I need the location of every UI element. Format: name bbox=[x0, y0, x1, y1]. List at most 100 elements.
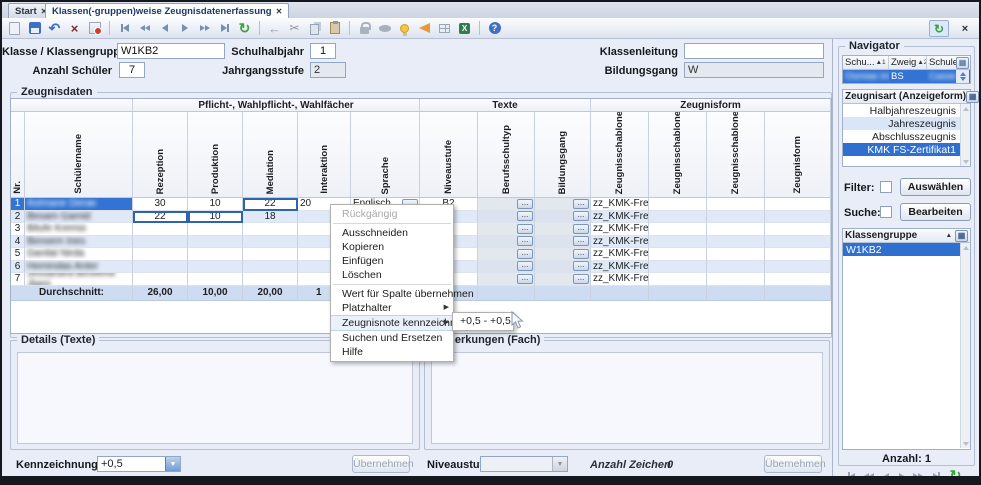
menu-item-suchen-ersetzen[interactable]: Suchen und Ersetzen bbox=[331, 331, 453, 345]
uebernehmen-details-button[interactable]: Übernehmen bbox=[352, 455, 410, 473]
undo-button[interactable]: ↶ bbox=[46, 20, 63, 37]
zeugnisschablone2-cell[interactable] bbox=[649, 248, 707, 261]
details-textarea[interactable] bbox=[17, 352, 413, 444]
hint-button[interactable] bbox=[396, 20, 413, 37]
menu-item-einfuegen[interactable]: Einfügen bbox=[331, 254, 453, 268]
berufsschultyp-ellipsis-button[interactable]: ... bbox=[517, 224, 533, 234]
announce-button[interactable] bbox=[416, 20, 433, 37]
produktion-cell[interactable] bbox=[188, 248, 243, 261]
zeugnisform-cell[interactable] bbox=[765, 223, 831, 236]
schule-table-header-zweig[interactable]: Zweig▲2 bbox=[889, 56, 927, 69]
copy-button[interactable] bbox=[306, 20, 323, 37]
menu-item-loeschen[interactable]: Löschen bbox=[331, 268, 453, 282]
rezeption-cell[interactable] bbox=[133, 261, 188, 274]
produktion-cell[interactable] bbox=[188, 273, 243, 286]
berufsschultyp-cell[interactable]: ... bbox=[478, 211, 535, 224]
bildungsgang-cell[interactable]: ... bbox=[535, 273, 591, 286]
berufsschultyp-ellipsis-button[interactable]: ... bbox=[517, 261, 533, 271]
scroll-up-icon[interactable] bbox=[961, 104, 970, 113]
schulhalbjahr-field[interactable]: 1 bbox=[310, 43, 336, 59]
mediation-cell[interactable] bbox=[243, 223, 298, 236]
student-name-cell[interactable]: Bilufe Kremsi bbox=[25, 223, 133, 236]
first-record-button[interactable] bbox=[116, 20, 133, 37]
zeugnisschablone2-cell[interactable] bbox=[649, 273, 707, 286]
produktion-cell-marked[interactable]: 10 bbox=[188, 211, 243, 224]
row-number-cell[interactable]: 5 bbox=[11, 248, 25, 261]
last-record-button[interactable] bbox=[216, 20, 233, 37]
student-name-cell[interactable]: Bensem Ines bbox=[25, 236, 133, 249]
zeugnisschablone2-cell[interactable] bbox=[649, 198, 707, 211]
row-spinner[interactable] bbox=[956, 70, 969, 83]
excel-export-button[interactable]: X bbox=[456, 20, 473, 37]
bildungsgang-ellipsis-button[interactable]: ... bbox=[573, 261, 589, 271]
menu-item-rueckgaengig[interactable]: Rückgängig bbox=[331, 207, 453, 221]
back-button[interactable]: ← bbox=[266, 20, 283, 37]
row-number-cell[interactable]: 3 bbox=[11, 223, 25, 236]
zeugnisschablone2-cell[interactable] bbox=[649, 236, 707, 249]
submenu-item-kennzeichnung[interactable]: +0,5 - +0,5 bbox=[460, 315, 511, 327]
grid-button[interactable] bbox=[436, 20, 453, 37]
table-settings-button[interactable]: ▦ bbox=[955, 230, 968, 242]
zeugnisschablone1-cell[interactable]: zz_KMK-Frem... bbox=[591, 223, 649, 236]
auswaehlen-button[interactable]: Auswählen bbox=[900, 178, 971, 196]
form-button[interactable] bbox=[86, 20, 103, 37]
mediation-cell[interactable]: 18 bbox=[243, 211, 298, 224]
berufsschultyp-ellipsis-button[interactable]: ... bbox=[517, 211, 533, 221]
student-name-cell[interactable]: Besam Gamid bbox=[25, 211, 133, 224]
zeugnisschablone3-cell[interactable] bbox=[707, 236, 765, 249]
row-number-cell[interactable]: 7 bbox=[11, 273, 25, 286]
scrollbar[interactable] bbox=[960, 104, 970, 166]
bildungsgang-ellipsis-button[interactable]: ... bbox=[573, 249, 589, 259]
berufsschultyp-cell[interactable]: ... bbox=[478, 273, 535, 286]
bildungsgang-cell[interactable]: ... bbox=[535, 248, 591, 261]
zeugnisschablone3-cell[interactable] bbox=[707, 223, 765, 236]
bildungsgang-cell[interactable]: ... bbox=[535, 198, 591, 211]
klassenleitung-field[interactable] bbox=[684, 43, 824, 59]
chevron-down-icon[interactable]: ▼ bbox=[552, 457, 567, 471]
schule-table-header-schule[interactable]: Schule bbox=[927, 56, 956, 69]
bildungsgang-ellipsis-button[interactable]: ... bbox=[573, 236, 589, 246]
bemerkungen-textarea[interactable] bbox=[431, 352, 823, 444]
row-number-cell[interactable]: 6 bbox=[11, 261, 25, 274]
zeugnisschablone1-cell[interactable]: zz_KMK-Frem... bbox=[591, 198, 649, 211]
zeugnisschablone1-cell[interactable]: zz_KMK-Frem... bbox=[591, 273, 649, 286]
bildungsgang-ellipsis-button[interactable]: ... bbox=[573, 199, 589, 209]
berufsschultyp-cell[interactable]: ... bbox=[478, 223, 535, 236]
zeugnisschablone3-cell[interactable] bbox=[707, 211, 765, 224]
zeugnisart-header[interactable]: Zeugnisart (Anzeigeform) ▦ bbox=[843, 90, 970, 104]
schule-table-header-schuljahr[interactable]: Schu...▲1 bbox=[843, 56, 889, 69]
zeugnisschablone3-cell[interactable] bbox=[707, 248, 765, 261]
bildungsgang-cell[interactable]: ... bbox=[535, 211, 591, 224]
refresh-button[interactable]: ↻ bbox=[236, 20, 253, 37]
zeugnisart-item[interactable]: Jahreszeugnis bbox=[843, 117, 960, 130]
produktion-cell[interactable] bbox=[188, 236, 243, 249]
zeugnisform-cell[interactable] bbox=[765, 236, 831, 249]
mediation-cell[interactable] bbox=[243, 261, 298, 274]
zeugnisform-cell[interactable] bbox=[765, 198, 831, 211]
panel-refresh-button[interactable]: ↻ bbox=[929, 20, 949, 37]
mediation-cell[interactable] bbox=[243, 248, 298, 261]
delete-button[interactable]: × bbox=[66, 20, 83, 37]
zeugnisschablone1-cell[interactable]: zz_KMK-Frem... bbox=[591, 211, 649, 224]
cut-button[interactable]: ✂ bbox=[286, 20, 303, 37]
bildungsgang-ellipsis-button[interactable]: ... bbox=[573, 274, 589, 284]
menu-item-kopieren[interactable]: Kopieren bbox=[331, 240, 453, 254]
tab-active-close-icon[interactable]: ✕ bbox=[276, 7, 283, 16]
produktion-cell[interactable] bbox=[188, 261, 243, 274]
menu-item-zeugnisnote-kennzeichnen[interactable]: Zeugnisnote kennzeichnen▶ bbox=[331, 315, 453, 331]
mediation-cell[interactable] bbox=[243, 273, 298, 286]
niveaustufe-combobox[interactable]: ▼ bbox=[480, 456, 568, 472]
lock-button[interactable] bbox=[356, 20, 373, 37]
produktion-cell[interactable] bbox=[188, 223, 243, 236]
new-document-button[interactable] bbox=[6, 20, 23, 37]
berufsschultyp-cell[interactable]: ... bbox=[478, 198, 535, 211]
preview-button[interactable] bbox=[376, 20, 393, 37]
zeugnisart-item[interactable]: Halbjahreszeugnis bbox=[843, 104, 960, 117]
filter-checkbox[interactable] bbox=[880, 181, 892, 193]
zeugnisschablone1-cell[interactable]: zz_KMK-Frem... bbox=[591, 248, 649, 261]
scroll-down-icon[interactable] bbox=[961, 439, 970, 448]
zeugnisschablone1-cell[interactable]: zz_KMK-Frem... bbox=[591, 236, 649, 249]
zeugnisschablone3-cell[interactable] bbox=[707, 273, 765, 286]
zeugnisform-cell[interactable] bbox=[765, 261, 831, 274]
uebernehmen-bemerkungen-button[interactable]: Übernehmen bbox=[764, 455, 822, 473]
